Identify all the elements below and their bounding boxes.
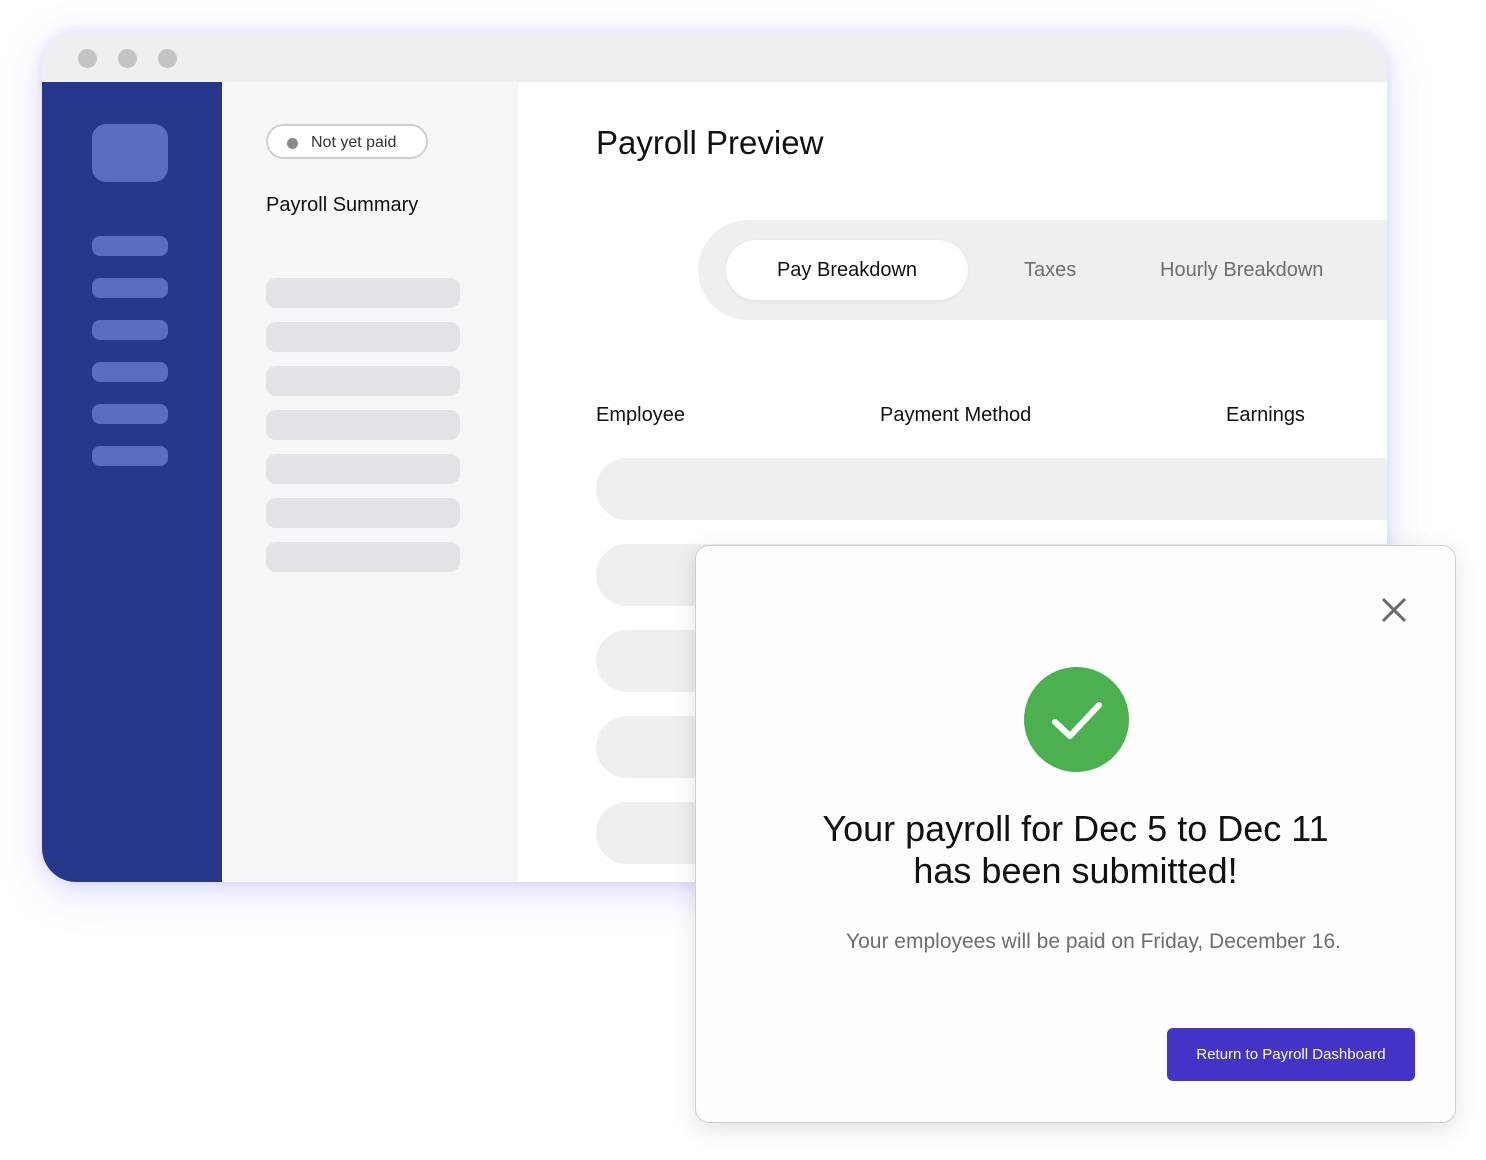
summary-placeholder-line <box>266 498 460 528</box>
summary-placeholder-line <box>266 454 460 484</box>
column-header-payment-method[interactable]: Payment Method <box>880 404 1031 427</box>
submission-success-modal: Your payroll for Dec 5 to Dec 11 has bee… <box>695 545 1456 1123</box>
tab-taxes[interactable]: Taxes <box>1024 259 1076 282</box>
summary-placeholder-line <box>266 322 460 352</box>
modal-title-line-1: Your payroll for Dec 5 to Dec 11 <box>822 808 1329 849</box>
window-titlebar <box>42 32 1387 82</box>
summary-placeholder-line <box>266 278 460 308</box>
status-badge-label: Not yet paid <box>311 134 397 151</box>
status-dot-icon <box>287 138 298 149</box>
summary-placeholder-line <box>266 410 460 440</box>
summary-placeholder-line <box>266 542 460 572</box>
close-icon[interactable] <box>1378 594 1410 626</box>
summary-title: Payroll Summary <box>266 194 419 216</box>
sidebar-nav-item[interactable] <box>92 236 168 256</box>
tab-bar: Pay Breakdown Taxes Hourly Breakdown <box>698 220 1387 320</box>
return-to-dashboard-button[interactable]: Return to Payroll Dashboard <box>1167 1028 1415 1081</box>
sidebar-nav-item[interactable] <box>92 404 168 424</box>
check-circle-icon <box>1024 667 1129 772</box>
window-close-dot[interactable] <box>78 49 97 68</box>
window-minimize-dot[interactable] <box>118 49 137 68</box>
column-header-earnings[interactable]: Earnings <box>1226 404 1305 427</box>
page-title: Payroll Preview <box>596 124 824 161</box>
sidebar <box>42 82 222 882</box>
payroll-summary-panel: Not yet paid Payroll Summary <box>222 82 518 882</box>
sidebar-nav-item[interactable] <box>92 362 168 382</box>
status-badge: Not yet paid <box>266 124 428 159</box>
modal-subtitle: Your employees will be paid on Friday, D… <box>846 930 1341 953</box>
modal-title: Your payroll for Dec 5 to Dec 11 has bee… <box>696 808 1455 892</box>
app-logo[interactable] <box>92 124 168 182</box>
summary-placeholder-line <box>266 366 460 396</box>
tab-pay-breakdown[interactable]: Pay Breakdown <box>726 240 968 300</box>
column-header-employee[interactable]: Employee <box>596 404 685 427</box>
table-row[interactable] <box>596 458 1387 520</box>
modal-title-line-2: has been submitted! <box>913 850 1238 891</box>
sidebar-nav-item[interactable] <box>92 320 168 340</box>
sidebar-nav-item[interactable] <box>92 278 168 298</box>
tab-hourly-breakdown[interactable]: Hourly Breakdown <box>1160 259 1323 282</box>
checkmark-icon <box>1052 702 1102 739</box>
window-maximize-dot[interactable] <box>158 49 177 68</box>
sidebar-nav-item[interactable] <box>92 446 168 466</box>
